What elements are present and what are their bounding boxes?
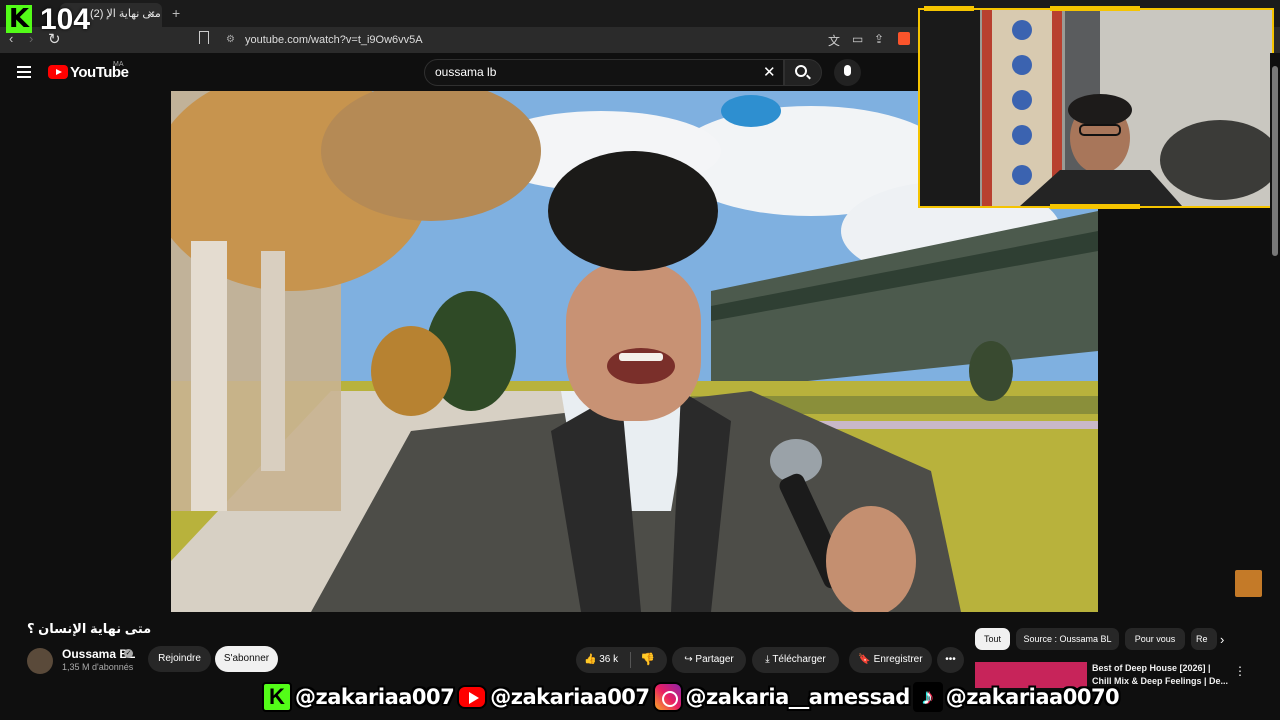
share-page-icon[interactable]: ⇪ xyxy=(874,32,884,46)
instagram-icon xyxy=(652,682,683,712)
share-label: Partager xyxy=(695,654,734,665)
like-divider xyxy=(630,652,631,668)
tiktok-handle: @zakariaa0070 xyxy=(945,685,1120,709)
menu-icon[interactable] xyxy=(17,66,31,78)
viewer-count: 104 xyxy=(40,3,91,36)
channel-watermark[interactable] xyxy=(1235,570,1262,597)
share-button[interactable]: ↪ Partager xyxy=(672,647,746,673)
site-info-icon[interactable]: ⚙ xyxy=(226,34,235,45)
save-icon: 🔖 xyxy=(858,654,874,665)
address-bar[interactable]: youtube.com/watch?v=t_i9Ow6vv5A xyxy=(220,30,910,50)
save-label: Enregistrer xyxy=(873,654,923,665)
tiktok-icon: ♪ xyxy=(912,682,943,712)
webcam-frame xyxy=(920,10,1280,206)
brave-shield-icon[interactable] xyxy=(898,32,910,45)
scrollbar-thumb[interactable] xyxy=(1272,66,1278,256)
youtube-icon xyxy=(457,685,488,709)
kick-icon: K xyxy=(262,682,292,712)
kick-logo: K xyxy=(6,5,32,33)
subscriber-count: 1,35 M d'abonnés xyxy=(62,662,134,672)
clear-search-icon[interactable]: ✕ xyxy=(763,63,776,81)
download-button[interactable]: ⤓ Télécharger xyxy=(752,647,839,673)
instagram-handle: @zakaria__amessad xyxy=(685,685,911,709)
new-tab-button[interactable]: + xyxy=(172,5,180,21)
cam-frame-accent xyxy=(1050,6,1140,11)
kick-handle: @zakariaa007 xyxy=(295,685,455,709)
cast-icon[interactable]: ▭ xyxy=(852,32,863,46)
translate-icon[interactable]: 文 xyxy=(828,32,840,49)
search-icon[interactable] xyxy=(795,65,807,77)
download-label: Télécharger xyxy=(772,654,826,665)
video-title: متى نهاية الإنسان ؟ xyxy=(27,621,152,636)
bookmark-icon[interactable] xyxy=(199,31,209,44)
chip-related[interactable]: Re xyxy=(1191,628,1217,650)
youtube-handle: @zakariaa007 xyxy=(490,685,650,709)
mic-icon[interactable] xyxy=(844,65,851,76)
search-input[interactable]: oussama lb xyxy=(424,59,784,86)
chip-source[interactable]: Source : Oussama BL xyxy=(1016,628,1119,650)
country-code: MA xyxy=(113,61,124,68)
save-button[interactable]: 🔖 Enregistrer xyxy=(849,647,932,673)
more-actions-button[interactable]: ••• xyxy=(937,647,964,673)
social-handles-bar: K @zakariaa007 @zakariaa007 @zakaria__am… xyxy=(262,680,1120,714)
kebab-menu-icon[interactable]: ⋮ xyxy=(1234,664,1246,678)
share-icon: ↪ xyxy=(684,654,696,665)
cam-frame-accent xyxy=(1050,204,1140,209)
chevron-right-icon[interactable]: › xyxy=(1220,632,1224,647)
chip-for-you[interactable]: Pour vous xyxy=(1125,628,1185,650)
tab-close-icon[interactable]: × xyxy=(148,7,155,21)
subscribe-button[interactable]: S'abonner xyxy=(215,646,278,672)
thumbs-up-icon: 👍 xyxy=(584,654,597,665)
verified-icon: ✓ xyxy=(124,649,133,658)
channel-avatar[interactable] xyxy=(27,648,53,674)
webcam-overlay xyxy=(918,8,1280,208)
join-button[interactable]: Rejoindre xyxy=(148,646,211,672)
chip-all[interactable]: Tout xyxy=(975,628,1010,650)
youtube-logo-icon[interactable] xyxy=(48,65,68,79)
like-count: 36 k xyxy=(599,654,619,665)
thumbs-down-icon[interactable]: 👎 xyxy=(640,652,655,666)
forward-icon[interactable]: › xyxy=(29,31,33,46)
cam-frame-accent xyxy=(924,6,974,11)
